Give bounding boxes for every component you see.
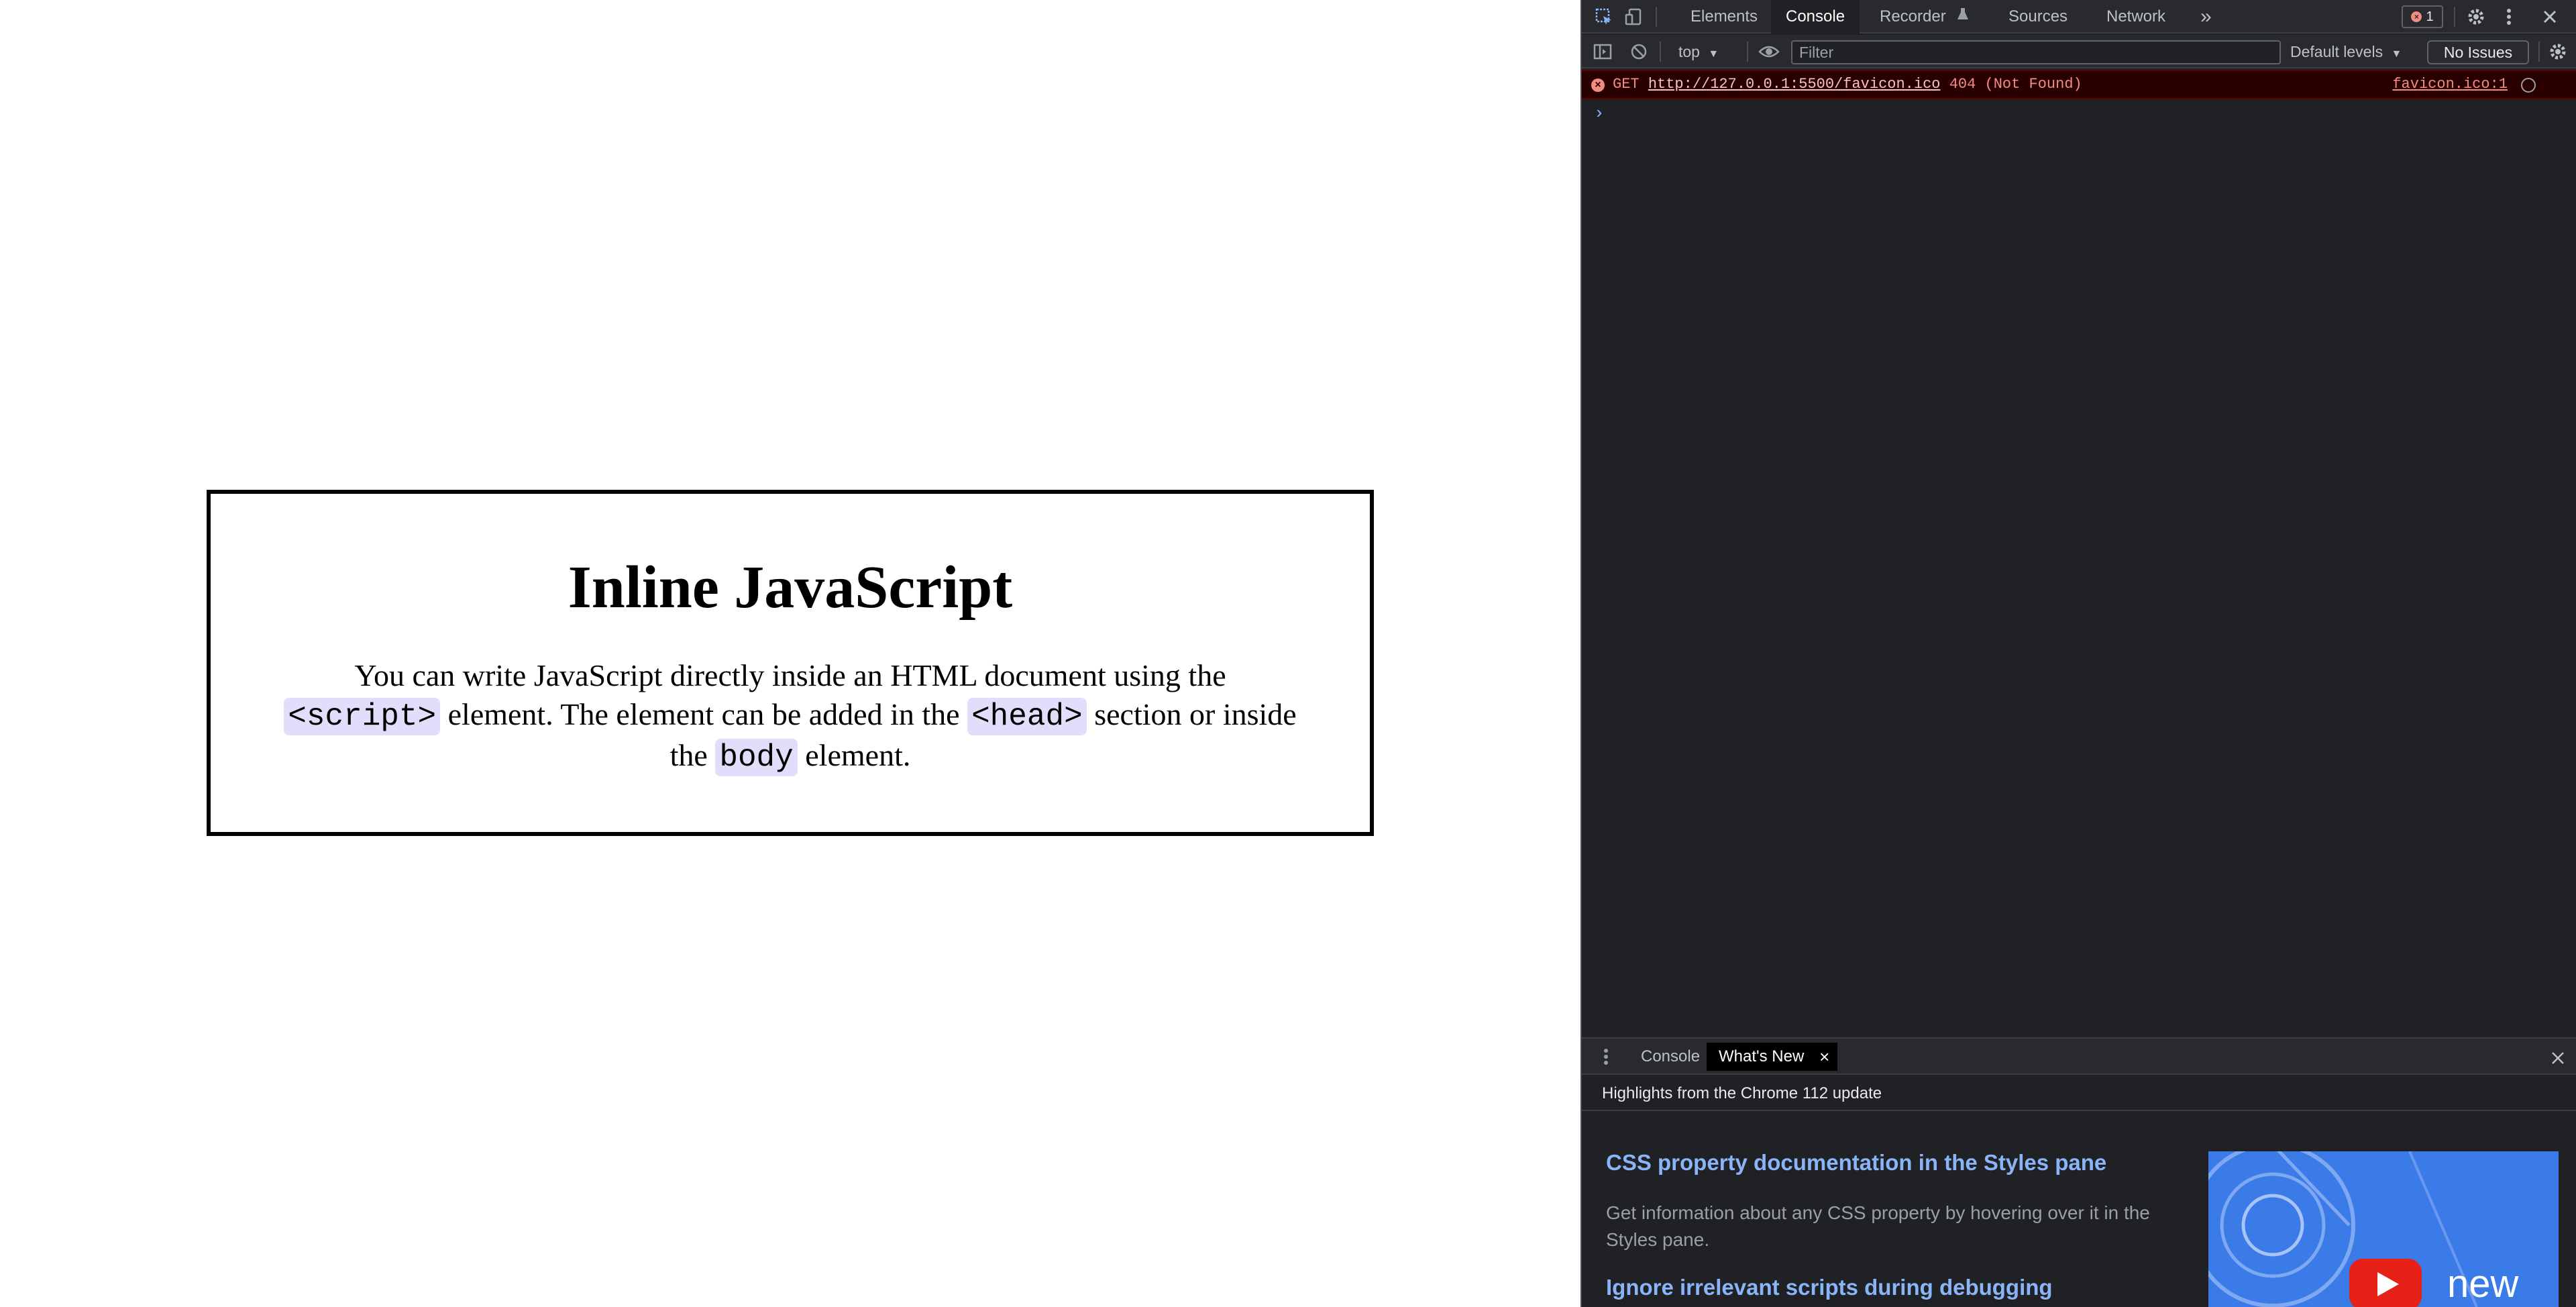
console-prompt[interactable]: ›	[1594, 103, 1605, 123]
close-drawer-icon[interactable]	[2548, 1048, 2568, 1068]
tab-elements[interactable]: Elements	[1676, 0, 1772, 34]
page-viewport: Inline JavaScript You can write JavaScri…	[0, 0, 1580, 1307]
tab-console[interactable]: Console	[1771, 0, 1860, 34]
page-paragraph: You can write JavaScript directly inside…	[278, 656, 1303, 777]
console-error-row: × GET http://127.0.0.1:5500/favicon.ico …	[1582, 70, 2576, 99]
error-count: 1	[2426, 9, 2434, 24]
dropdown-arrow-icon: ▼	[2391, 48, 2402, 60]
console-filter-input[interactable]: Filter	[1791, 40, 2281, 64]
whats-new-highlights: Highlights from the Chrome 112 update	[1582, 1076, 2576, 1111]
drawer-tab-console[interactable]: Console	[1629, 1043, 1712, 1071]
drawer-menu-icon[interactable]	[1599, 1047, 1613, 1067]
flask-icon	[1957, 0, 1969, 34]
console-messages: × GET http://127.0.0.1:5500/favicon.ico …	[1582, 70, 2576, 1036]
toolbar-divider	[2454, 7, 2455, 27]
more-options-icon[interactable]	[2502, 7, 2516, 27]
tab-sources[interactable]: Sources	[1994, 0, 2082, 34]
content-card: Inline JavaScript You can write JavaScri…	[207, 490, 1374, 836]
whats-new-item-title[interactable]: CSS property documentation in the Styles…	[1606, 1150, 2106, 1175]
context-select-label: top	[1678, 43, 1700, 60]
drawer-tab-whats-new-label: What's New	[1719, 1047, 1805, 1065]
toolbar-divider	[1747, 42, 1748, 62]
close-devtools-icon[interactable]	[2540, 7, 2560, 27]
devtools-panel: Elements Console Recorder Sources Networ…	[1580, 0, 2576, 1307]
log-levels-label: Default levels	[2290, 43, 2383, 60]
log-levels-select[interactable]: Default levels ▼	[2290, 42, 2402, 62]
sidebar-toggle-icon[interactable]	[1593, 42, 1613, 62]
device-toolbar-icon[interactable]	[1623, 7, 1644, 27]
clear-console-icon[interactable]	[1629, 42, 1649, 62]
toolbar-divider	[2538, 42, 2540, 62]
tab-recorder[interactable]: Recorder	[1865, 0, 1986, 34]
devtools-tabbar: Elements Console Recorder Sources Networ…	[1582, 0, 2576, 34]
error-status: 404 (Not Found)	[1949, 76, 2082, 93]
toolbar-divider	[1656, 7, 1657, 27]
error-count-badge[interactable]: × 1	[2402, 5, 2443, 28]
paragraph-text-2: element. The element can be added in the	[447, 697, 960, 731]
console-settings-gear-icon[interactable]	[2548, 42, 2568, 62]
paragraph-text-4: element.	[805, 738, 911, 772]
network-globe-icon[interactable]	[2521, 78, 2536, 93]
code-script: <script>	[284, 698, 441, 735]
drawer-tabbar: Console What's New ×	[1582, 1037, 2576, 1075]
context-select[interactable]: top ▼	[1678, 42, 1719, 62]
close-tab-icon[interactable]: ×	[1819, 1043, 1829, 1071]
error-message: GET http://127.0.0.1:5500/favicon.ico 40…	[1613, 71, 2082, 98]
whats-new-item-title[interactable]: Ignore irrelevant scripts during debuggi…	[1606, 1275, 2053, 1300]
code-body: body	[715, 739, 798, 776]
more-tabs-icon[interactable]: »	[2186, 0, 2226, 34]
dropdown-arrow-icon: ▼	[1708, 48, 1719, 60]
error-icon: ×	[1591, 79, 1605, 92]
youtube-play-icon[interactable]	[2349, 1259, 2422, 1307]
toolbar-divider	[1660, 42, 1661, 62]
page-heading: Inline JavaScript	[568, 554, 1013, 621]
tab-network[interactable]: Network	[2092, 0, 2180, 34]
settings-gear-icon[interactable]	[2466, 7, 2486, 27]
whats-new-video-thumbnail[interactable]: new	[2208, 1151, 2559, 1307]
paragraph-text-1: You can write JavaScript directly inside…	[354, 658, 1226, 692]
issues-button[interactable]: No Issues	[2427, 40, 2529, 64]
tab-recorder-label: Recorder	[1880, 7, 1946, 25]
error-icon: ×	[2411, 11, 2422, 22]
code-head: <head>	[967, 698, 1087, 735]
error-url-link[interactable]: http://127.0.0.1:5500/favicon.ico	[1648, 76, 1941, 93]
eye-icon[interactable]	[1758, 42, 1780, 62]
video-label: new	[2447, 1262, 2519, 1306]
error-source-link[interactable]: favicon.ico:1	[2392, 71, 2508, 98]
console-toolbar: top ▼ Filter Default levels ▼ No Issues	[1582, 35, 2576, 68]
whats-new-item-description: Get information about any CSS property b…	[1606, 1202, 2150, 1250]
drawer-tab-whats-new[interactable]: What's New ×	[1707, 1043, 1838, 1071]
error-method: GET	[1613, 76, 1640, 93]
inspect-element-icon[interactable]	[1594, 7, 1614, 27]
